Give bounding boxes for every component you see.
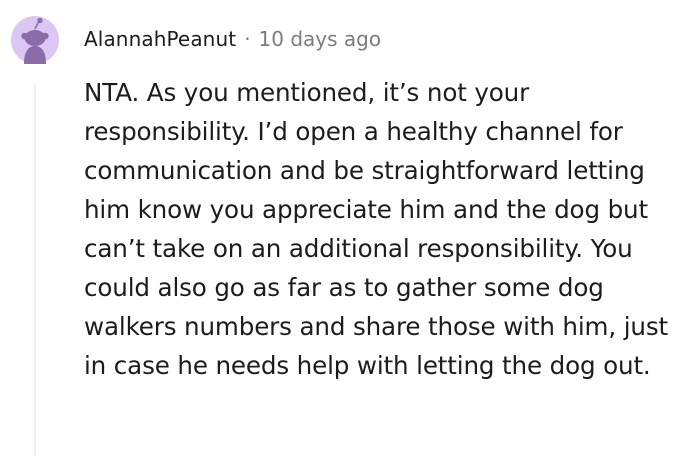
comment-header: AlannahPeanut · 10 days ago — [84, 26, 381, 52]
snoo-avatar-icon — [11, 16, 59, 64]
meta-separator: · — [244, 27, 251, 51]
comment-body: NTA. As you mentioned, it’s not your res… — [84, 78, 668, 380]
timestamp-link[interactable]: 10 days ago — [259, 27, 382, 51]
username-link[interactable]: AlannahPeanut — [84, 27, 236, 51]
thread-line[interactable] — [34, 84, 36, 456]
user-avatar[interactable] — [11, 16, 59, 64]
